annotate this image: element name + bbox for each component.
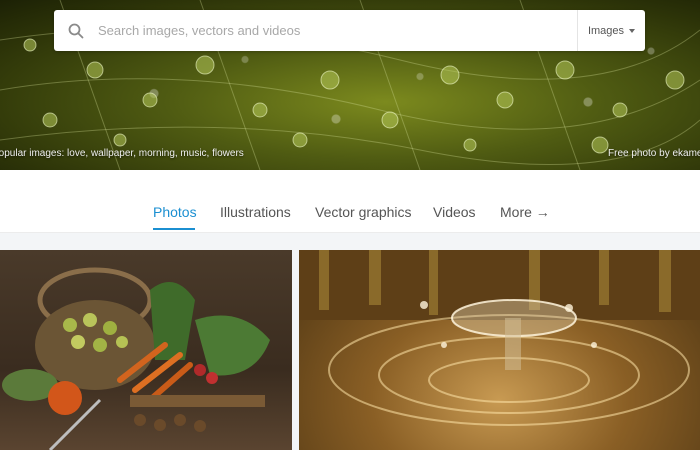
tab-more[interactable]: More → bbox=[500, 204, 550, 220]
tab-illustrations[interactable]: Illustrations bbox=[220, 204, 291, 220]
tab-videos[interactable]: Videos bbox=[433, 204, 476, 220]
water-splash-image bbox=[299, 250, 700, 426]
search-input[interactable] bbox=[96, 10, 577, 51]
media-tabs: Photos Illustrations Vector graphics Vid… bbox=[0, 170, 700, 233]
photo-credit[interactable]: Free photo by ekamelev bbox=[608, 148, 700, 159]
search-bar: Images bbox=[54, 10, 645, 51]
media-type-label: Images bbox=[587, 24, 625, 37]
vegetables-image bbox=[2, 267, 270, 450]
popular-searches: Popular images: love, wallpaper, morning… bbox=[0, 148, 244, 159]
popular-searches-text: Popular images: love, wallpaper, morning… bbox=[0, 148, 244, 159]
search-icon[interactable] bbox=[56, 10, 96, 51]
image-gallery bbox=[0, 233, 700, 450]
hero-banner: Images Popular images: love, wallpaper, … bbox=[0, 0, 700, 170]
caret-down-icon bbox=[629, 28, 636, 33]
tab-vector-graphics[interactable]: Vector graphics bbox=[315, 204, 412, 220]
tab-photos[interactable]: Photos bbox=[153, 204, 197, 220]
gallery-photo-vegetables[interactable] bbox=[0, 250, 292, 450]
active-tab-indicator bbox=[153, 228, 195, 230]
media-type-dropdown[interactable]: Images bbox=[577, 10, 645, 51]
gallery-photo-water-splash[interactable] bbox=[299, 250, 700, 450]
